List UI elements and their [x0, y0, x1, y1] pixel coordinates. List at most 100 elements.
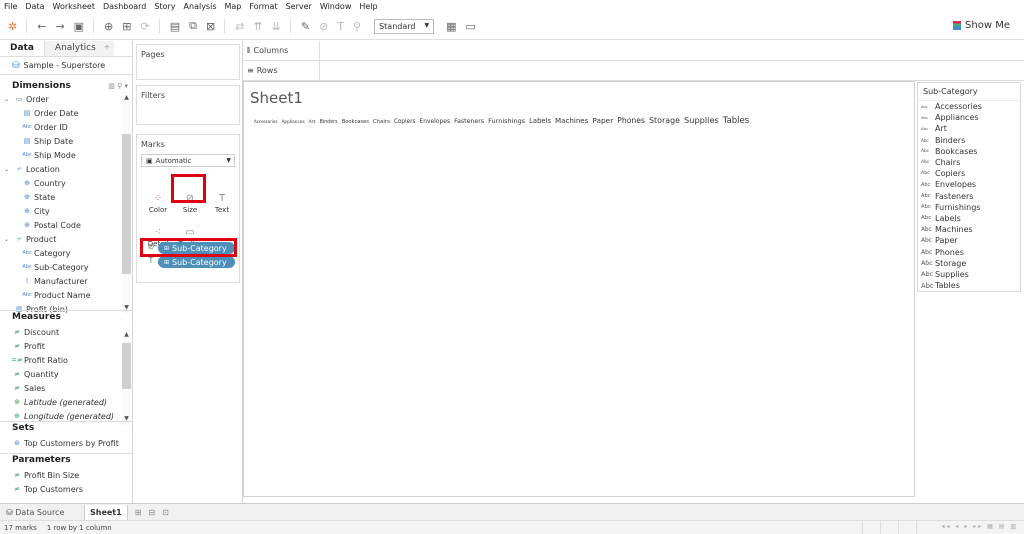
legend-item[interactable]: Abc Copiers: [918, 168, 1020, 179]
swap-icon[interactable]: ⇄: [235, 20, 244, 33]
text-mark[interactable]: Storage: [649, 116, 680, 125]
legend-item[interactable]: Abc Supplies: [918, 269, 1020, 280]
labels-icon[interactable]: T: [337, 20, 344, 33]
pages-card[interactable]: Pages: [136, 44, 240, 80]
redo-icon[interactable]: →: [55, 20, 64, 33]
sort-ascending-icon[interactable]: ⇈: [253, 20, 262, 33]
dimension-item[interactable]: ⊕ Postal Code: [0, 218, 132, 232]
text-mark[interactable]: Appliances: [281, 120, 304, 125]
legend-item[interactable]: Abc Machines: [918, 224, 1020, 235]
text-mark[interactable]: Art: [309, 120, 316, 125]
save-icon[interactable]: ▣: [74, 20, 84, 33]
legend-item[interactable]: Abc Envelopes: [918, 179, 1020, 190]
legend-item[interactable]: Abc Bookcases: [918, 146, 1020, 157]
measures-scrollbar[interactable]: ▲ ▼: [122, 329, 131, 425]
menu-analysis[interactable]: Analysis: [184, 2, 217, 11]
legend-item[interactable]: Abc Tables: [918, 280, 1020, 291]
dimension-item[interactable]: ▤ Order Date: [0, 106, 132, 120]
legend-item[interactable]: Abc Appliances: [918, 112, 1020, 123]
new-worksheet-icon[interactable]: ▤: [170, 20, 180, 33]
datasource-tab[interactable]: ⛁ Data Source: [0, 508, 84, 517]
text-mark[interactable]: Binders: [319, 120, 337, 125]
menu-map[interactable]: Map: [225, 2, 242, 11]
menu-file[interactable]: File: [4, 2, 17, 11]
pane-menu-icon[interactable]: ÷: [104, 43, 110, 51]
text-mark[interactable]: Phones: [617, 116, 645, 125]
legend-item[interactable]: Abc Labels: [918, 213, 1020, 224]
legend-item[interactable]: Abc Chairs: [918, 157, 1020, 168]
highlight-icon[interactable]: ✎: [301, 20, 310, 33]
clear-sheet-icon[interactable]: ⊠: [206, 20, 215, 33]
dimension-item[interactable]: Abc Order ID: [0, 120, 132, 134]
measure-item[interactable]: ≠ Profit: [0, 339, 132, 353]
text-icon[interactable]: T: [146, 256, 156, 265]
text-mark[interactable]: Envelopes: [419, 118, 450, 125]
sheet-navigation-icon[interactable]: ◂◂ ◂ ▸ ▸▸ ▦ ▤ ▥: [941, 523, 1018, 530]
filters-card[interactable]: Filters: [136, 85, 240, 125]
scroll-thumb[interactable]: [122, 343, 131, 389]
scroll-up-icon[interactable]: ▲: [122, 94, 131, 101]
columns-shelf[interactable]: ⦀ Columns: [243, 41, 1024, 61]
rows-shelf[interactable]: ≡ Rows: [243, 61, 1024, 81]
measure-item[interactable]: ≠ Sales: [0, 381, 132, 395]
dimension-item[interactable]: Abc Category: [0, 246, 132, 260]
dimension-item[interactable]: Abc Ship Mode: [0, 148, 132, 162]
pin-icon[interactable]: ⚲: [353, 20, 361, 33]
measure-item[interactable]: ≠ Quantity: [0, 367, 132, 381]
worksheet-view[interactable]: Sheet1 Accessories Appliances Art Binders Bo…: [243, 81, 915, 497]
tab-analytics[interactable]: Analytics ÷: [43, 41, 114, 56]
text-mark[interactable]: Copiers: [394, 119, 415, 125]
sub-category-pill[interactable]: ⊞ Sub-Category: [158, 256, 235, 268]
text-mark[interactable]: Furnishings: [488, 117, 525, 125]
legend-item[interactable]: Abc Accessories: [918, 101, 1020, 112]
mark-type-select[interactable]: ▣ Automatic ▼: [141, 154, 235, 167]
subcategory-legend[interactable]: Sub-Category Abc Accessories Abc Appliances…: [917, 82, 1021, 292]
text-mark[interactable]: Labels: [529, 117, 551, 125]
dimension-item[interactable]: ⊕ City: [0, 204, 132, 218]
expand-icon[interactable]: ⌄: [4, 166, 12, 173]
set-item[interactable]: ⊛ Top Customers by Profit: [0, 436, 132, 450]
sheet-title[interactable]: Sheet1: [250, 89, 303, 107]
dimension-item[interactable]: ⌇ Manufacturer: [0, 274, 132, 288]
pause-updates-icon[interactable]: ⊞: [122, 20, 131, 33]
legend-item[interactable]: Abc Storage: [918, 258, 1020, 269]
text-mark[interactable]: Tables: [723, 116, 749, 126]
show-me-button[interactable]: Show Me: [953, 20, 1010, 31]
dimension-item[interactable]: ⊕ State: [0, 190, 132, 204]
dimension-item[interactable]: ⌄ ⩫ Location: [0, 162, 132, 176]
dimensions-actions-icon[interactable]: ▥ ⚲ ▾: [108, 82, 128, 90]
new-worksheet-tab-icon[interactable]: ⊞: [135, 508, 142, 517]
menu-window[interactable]: Window: [320, 2, 352, 11]
dimension-item[interactable]: ⌄ ⩫ Product: [0, 232, 132, 246]
tableau-logo-icon[interactable]: ✲: [8, 20, 17, 33]
menu-server[interactable]: Server: [286, 2, 312, 11]
text-mark-button[interactable]: T Text: [207, 190, 237, 219]
duplicate-sheet-icon[interactable]: ⧉: [189, 19, 197, 33]
scroll-up-icon[interactable]: ▲: [122, 331, 131, 338]
menu-format[interactable]: Format: [249, 2, 277, 11]
dimension-item[interactable]: Abc Sub-Category: [0, 260, 132, 274]
new-dashboard-tab-icon[interactable]: ⊟: [148, 508, 155, 517]
dimension-item[interactable]: ⊕ Country: [0, 176, 132, 190]
legend-item[interactable]: Abc Art: [918, 123, 1020, 134]
legend-item[interactable]: Abc Paper: [918, 235, 1020, 246]
measure-item[interactable]: ⊕ Latitude (generated): [0, 395, 132, 409]
measure-item[interactable]: =≠ Profit Ratio: [0, 353, 132, 367]
legend-item[interactable]: Abc Fasteners: [918, 191, 1020, 202]
menu-data[interactable]: Data: [25, 2, 44, 11]
new-datasource-icon[interactable]: ⊕: [104, 20, 113, 33]
presentation-icon[interactable]: ▭: [466, 20, 476, 33]
legend-item[interactable]: Abc Furnishings: [918, 202, 1020, 213]
new-story-tab-icon[interactable]: ⊡: [162, 508, 169, 517]
sort-descending-icon[interactable]: ⇊: [272, 20, 281, 33]
text-mark[interactable]: Fasteners: [454, 118, 484, 125]
parameter-item[interactable]: ≠ Profit Bin Size: [0, 468, 132, 482]
menu-help[interactable]: Help: [359, 2, 377, 11]
expand-icon[interactable]: ⌄: [4, 236, 12, 243]
sheet-tab-active[interactable]: Sheet1: [84, 504, 128, 520]
legend-item[interactable]: Abc Binders: [918, 135, 1020, 146]
measure-item[interactable]: ≠ Discount: [0, 325, 132, 339]
legend-item[interactable]: Abc Phones: [918, 246, 1020, 257]
scroll-thumb[interactable]: [122, 134, 131, 274]
menu-dashboard[interactable]: Dashboard: [103, 2, 146, 11]
